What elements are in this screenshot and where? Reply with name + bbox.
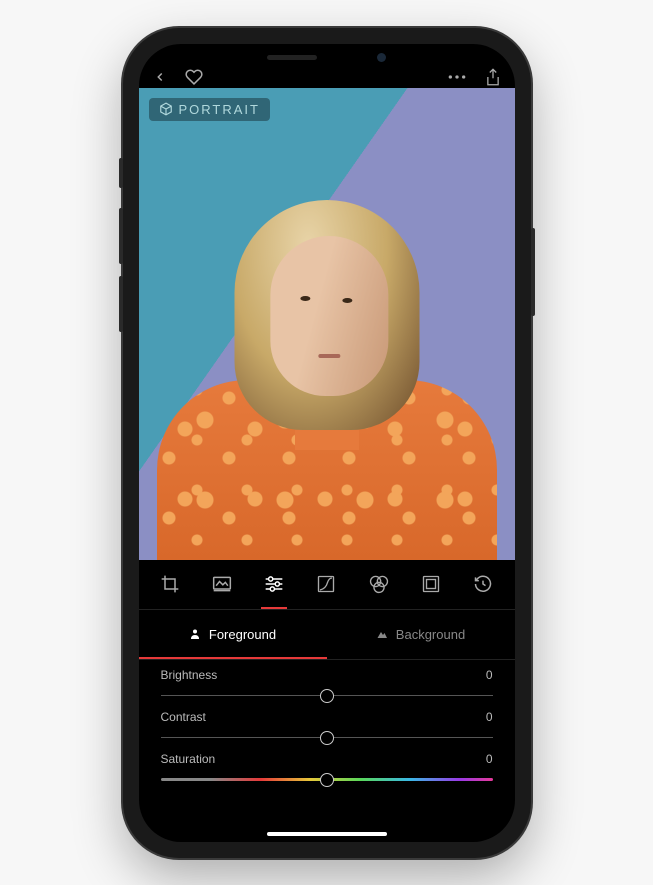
more-button[interactable] [447,71,467,83]
mute-switch [119,158,123,188]
slider-saturation: Saturation 0 [161,752,493,788]
crop-tool[interactable] [159,573,181,595]
volume-down-button [119,276,123,332]
volume-up-button [119,208,123,264]
cube-icon [159,102,173,116]
toolbar [139,560,515,610]
front-camera [377,53,386,62]
screen: PORTRAIT [139,44,515,842]
slider-track-brightness[interactable] [161,688,493,704]
slider-contrast: Contrast 0 [161,710,493,746]
tab-background-label: Background [396,627,465,642]
tab-background[interactable]: Background [327,610,515,659]
slider-knob[interactable] [320,689,334,703]
slider-label: Saturation [161,752,216,766]
slider-brightness: Brightness 0 [161,668,493,704]
favorite-button[interactable] [185,68,203,86]
person-icon [189,628,201,640]
portrait-badge-label: PORTRAIT [179,102,261,117]
share-button[interactable] [485,68,501,86]
curves-tool[interactable] [315,573,337,595]
adjustment-sliders: Brightness 0 Contrast 0 [139,660,515,794]
back-button[interactable] [153,70,167,84]
color-mix-tool[interactable] [368,573,390,595]
portrait-badge: PORTRAIT [149,98,271,121]
slider-knob[interactable] [320,731,334,745]
slider-value: 0 [486,668,493,682]
slider-track-contrast[interactable] [161,730,493,746]
slider-value: 0 [486,710,493,724]
subject-person [167,180,487,560]
photo-preview[interactable]: PORTRAIT [139,88,515,560]
tab-foreground-label: Foreground [209,627,276,642]
slider-knob[interactable] [320,773,334,787]
frame-tool[interactable] [420,573,442,595]
home-indicator[interactable] [267,832,387,836]
notch [232,44,422,72]
slider-value: 0 [486,752,493,766]
speaker-grille [267,55,317,60]
power-button [531,228,535,316]
layer-tabs: Foreground Background [139,610,515,660]
history-tool[interactable] [472,573,494,595]
mountains-icon [376,628,388,640]
adjust-tool[interactable] [263,573,285,595]
slider-label: Contrast [161,710,206,724]
slider-track-saturation[interactable] [161,772,493,788]
phone-frame: PORTRAIT [123,28,531,858]
tab-foreground[interactable]: Foreground [139,610,327,659]
slider-label: Brightness [161,668,218,682]
filters-tool[interactable] [211,573,233,595]
